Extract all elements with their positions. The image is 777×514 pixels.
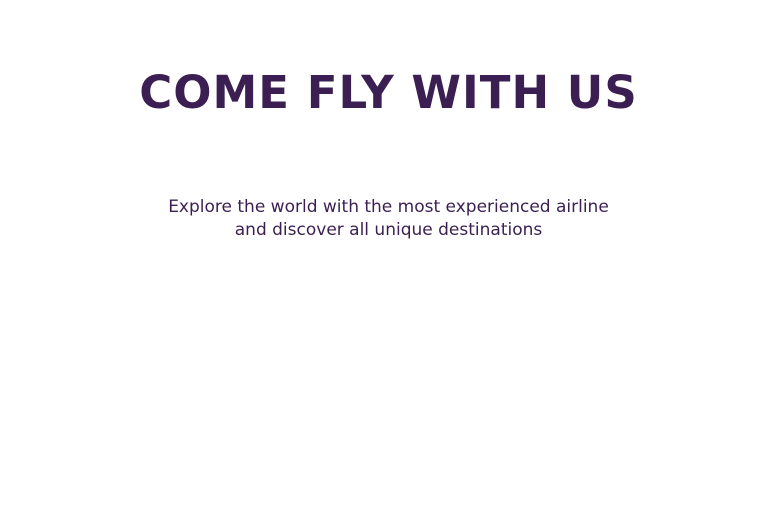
- hero-subtitle: Explore the world with the most experien…: [0, 196, 777, 242]
- hero-title: COME FLY WITH US: [139, 66, 638, 119]
- hero-section: COME FLY WITH US Explore the world with …: [0, 0, 777, 514]
- hero-subtitle-line-1: Explore the world with the most experien…: [168, 197, 609, 217]
- hero-subtitle-line-2: and discover all unique destinations: [234, 220, 543, 240]
